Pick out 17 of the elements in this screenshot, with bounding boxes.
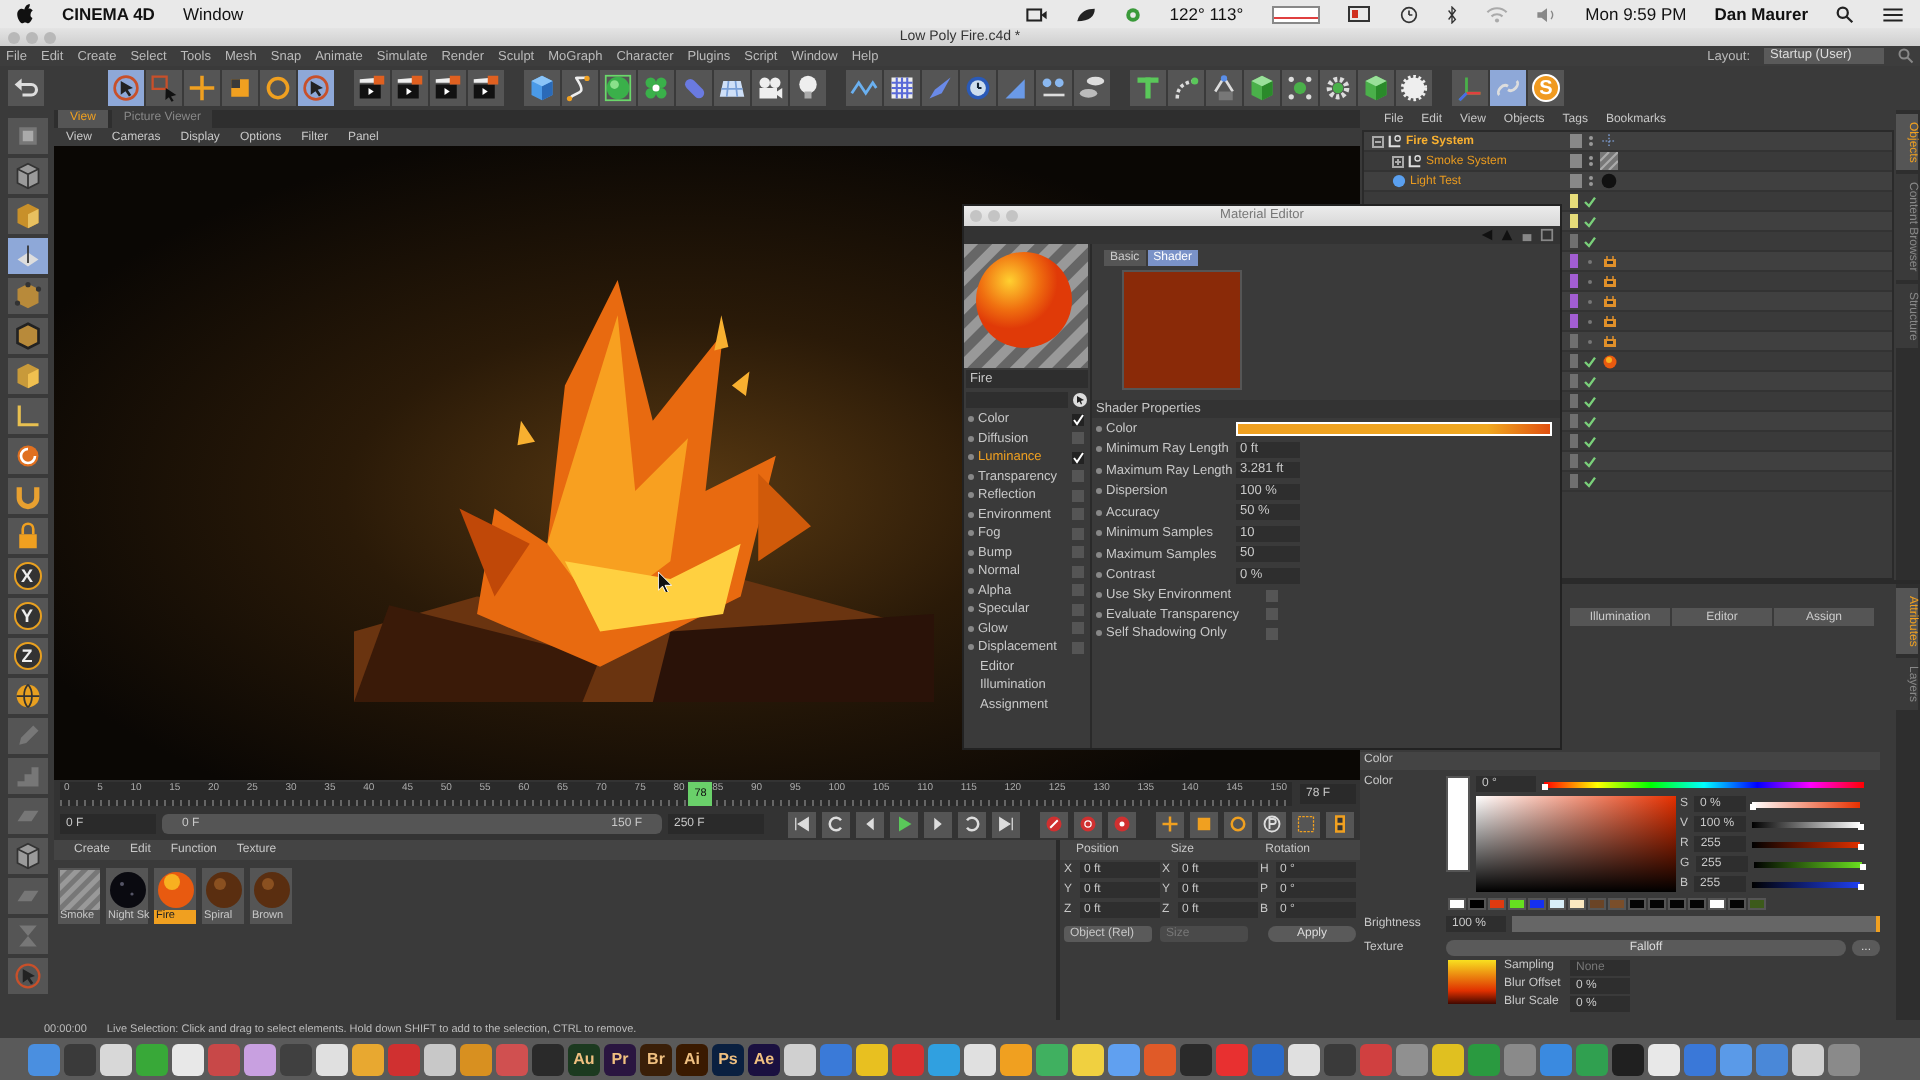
axis-lock-label[interactable]: Z [13, 642, 41, 670]
app-icon[interactable]: Pr [604, 1043, 636, 1075]
user-name[interactable]: Dan Maurer [1714, 4, 1808, 24]
app-name[interactable]: CINEMA 4D [62, 4, 155, 24]
app-icon[interactable]: Au [568, 1043, 600, 1075]
tool-button[interactable]: Y [7, 598, 47, 634]
app-icon[interactable]: Ps [712, 1043, 744, 1075]
app-icon[interactable]: Ai [676, 1043, 708, 1075]
app-icon[interactable]: Br [640, 1043, 672, 1075]
clock-time[interactable]: Mon 9:59 PM [1585, 4, 1687, 24]
axis-lock-label[interactable]: X [13, 562, 41, 590]
axis-lock-label[interactable]: Y [13, 602, 41, 630]
menu-item[interactable]: Window [182, 4, 244, 24]
temperature-reading: 122° 113° [1169, 4, 1244, 24]
app-icon[interactable]: Ae [748, 1043, 780, 1075]
tool-button[interactable]: X [7, 558, 47, 594]
tool-button[interactable]: Z [7, 638, 47, 674]
